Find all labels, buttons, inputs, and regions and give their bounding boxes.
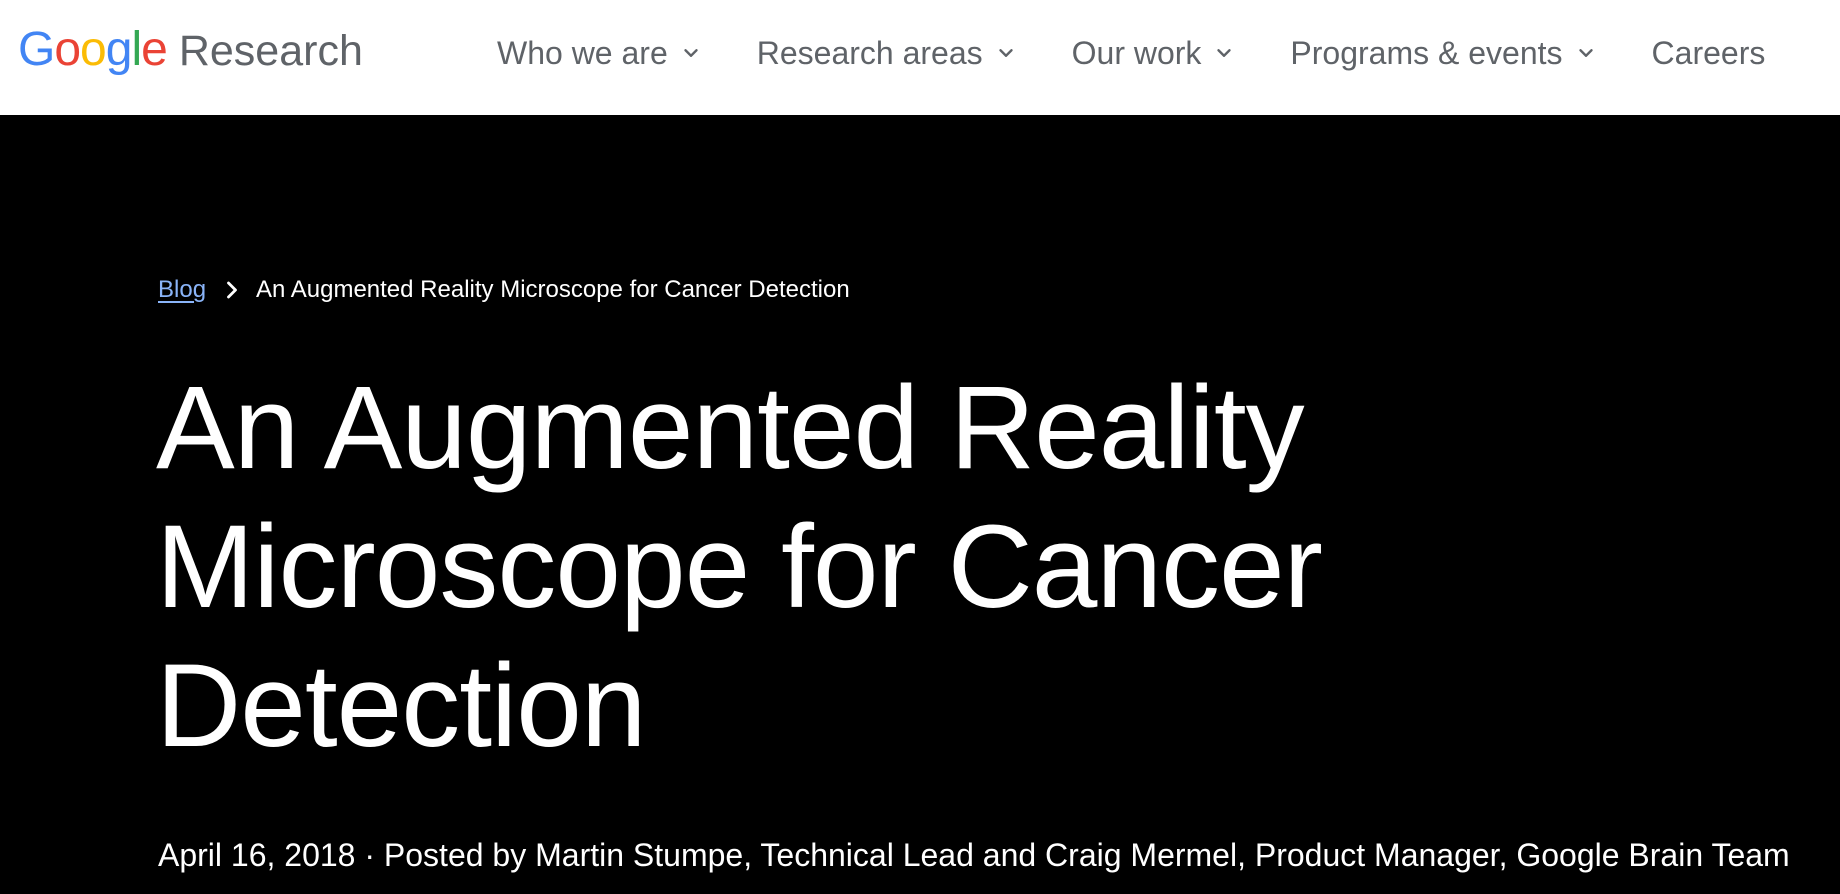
logo-letter: G bbox=[18, 23, 55, 76]
nav-careers[interactable]: Careers bbox=[1652, 33, 1766, 73]
breadcrumb-blog-link[interactable]: Blog bbox=[158, 278, 206, 302]
logo-letter: g bbox=[105, 23, 133, 76]
logo-letter: l bbox=[131, 23, 142, 76]
breadcrumb: Blog An Augmented Reality Microscope for… bbox=[158, 276, 850, 304]
nav-item-label: Careers bbox=[1651, 35, 1766, 71]
nav-who-we-are[interactable]: Who we are bbox=[497, 33, 702, 73]
logo-letter: e bbox=[141, 23, 168, 76]
article-hero: Blog An Augmented Reality Microscope for… bbox=[0, 115, 1840, 894]
site-header: Google Research Who we are Research area… bbox=[0, 0, 1840, 115]
chevron-right-icon bbox=[227, 281, 237, 299]
article-byline: April 16, 2018 · Posted by Martin Stumpe… bbox=[158, 837, 1790, 873]
page-title: An Augmented Reality Microscope for Canc… bbox=[156, 362, 1323, 772]
google-wordmark: Google bbox=[18, 23, 168, 76]
chevron-down-icon bbox=[684, 49, 698, 57]
logo-letter: o bbox=[54, 23, 81, 76]
nav-research-areas[interactable]: Research areas bbox=[757, 33, 1017, 73]
google-research-logo[interactable]: Google Research bbox=[18, 26, 363, 74]
chevron-down-icon bbox=[998, 49, 1013, 57]
chevron-down-icon bbox=[1578, 49, 1593, 57]
chevron-down-icon bbox=[1217, 49, 1232, 57]
main-navigation: Who we are Research areas Our work Progr… bbox=[497, 33, 1765, 73]
nav-our-work[interactable]: Our work bbox=[1072, 33, 1236, 73]
brand-suffix: Research bbox=[178, 27, 363, 75]
nav-item-label: Who we are bbox=[497, 35, 668, 71]
nav-item-label: Our work bbox=[1071, 35, 1202, 71]
logo-letter: o bbox=[80, 23, 107, 76]
nav-item-label: Programs & events bbox=[1290, 35, 1563, 71]
breadcrumb-current: An Augmented Reality Microscope for Canc… bbox=[256, 276, 850, 303]
nav-item-label: Research areas bbox=[756, 35, 983, 71]
nav-programs-events[interactable]: Programs & events bbox=[1290, 33, 1596, 73]
